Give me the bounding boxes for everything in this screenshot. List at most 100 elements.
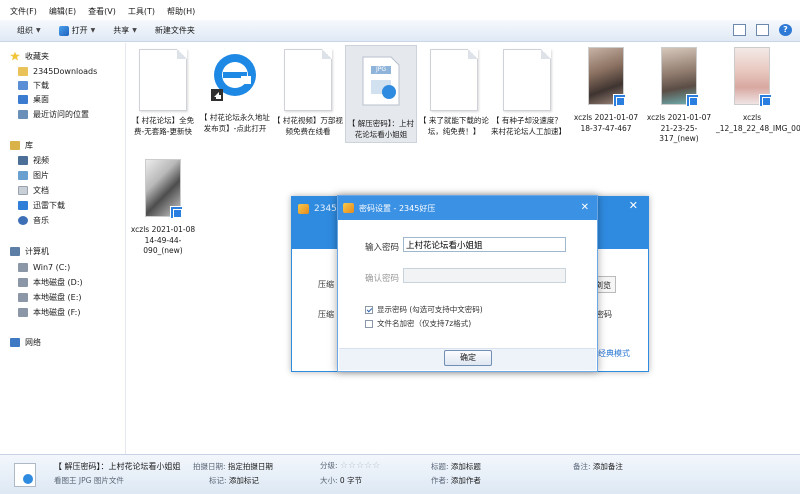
file-item[interactable]: xczls _12_18_22_48_IMG_0080_(new): [716, 47, 800, 134]
preview-pane-icon[interactable]: [756, 24, 769, 36]
internet-explorer-icon: [209, 49, 261, 101]
new-folder-button[interactable]: 新建文件夹: [146, 22, 204, 40]
nav-item-label: 本地磁盘 (D:): [33, 277, 83, 287]
remark-value: 添加备注: [592, 462, 623, 471]
nav-item-label: 图片: [33, 170, 49, 180]
document-icon: [139, 49, 187, 111]
file-name: xczls 2021-01-07 21-23-25-317_(new): [646, 113, 712, 143]
nav-favorites-label: 收藏夹: [25, 51, 49, 61]
file-name: xczls 2021-01-07 18-37-47-467: [573, 113, 639, 133]
author-value: 添加作者: [450, 476, 481, 485]
file-name: 【 村花论坛永久地址发布页】-点此打开: [200, 113, 270, 133]
file-item[interactable]: 【 村花论坛永久地址发布页】-点此打开: [199, 49, 271, 134]
app-logo-icon: [298, 204, 309, 214]
organize-label: 组织: [17, 26, 33, 35]
password-label: 输入密码: [365, 243, 400, 253]
nav-libraries-label: 库: [25, 140, 33, 150]
photo-thumbnail: [145, 159, 183, 219]
new-folder-label: 新建文件夹: [154, 26, 195, 35]
nav-drive-d[interactable]: 本地磁盘 (D:): [18, 275, 83, 289]
open-button[interactable]: 打开 ▼: [50, 22, 105, 40]
file-item[interactable]: xczls 2021-01-08 14-49-44-090_(new): [127, 159, 199, 257]
nav-item-recent[interactable]: 最近访问的位置: [18, 107, 89, 121]
nav-item-2345downloads[interactable]: 2345Downloads: [18, 64, 97, 78]
menu-view[interactable]: 查看(V): [82, 5, 122, 19]
rating-field[interactable]: 分级: ☆☆☆☆☆: [320, 460, 380, 471]
size-value: 0 字节: [339, 476, 363, 485]
remark-field[interactable]: 备注: 添加备注: [573, 461, 623, 472]
document-icon: [284, 49, 332, 111]
nav-favorites[interactable]: 收藏夹: [10, 49, 49, 63]
nav-item-documents[interactable]: 文档: [18, 183, 49, 197]
file-name: 【 来了就能下载的论坛，纯免费！】: [419, 116, 489, 136]
photo-thumbnail: [661, 47, 699, 107]
nav-drive-c[interactable]: Win7 (C:): [18, 260, 70, 274]
ok-button[interactable]: 确定: [444, 350, 492, 366]
image-viewer-badge-icon: [759, 94, 772, 107]
nav-item-label: 视频: [33, 155, 49, 165]
nav-item-pictures[interactable]: 图片: [18, 168, 49, 182]
menu-edit[interactable]: 编辑(E): [43, 5, 82, 19]
file-item[interactable]: 【 来了就能下载的论坛，纯免费！】: [418, 49, 490, 137]
nav-computer[interactable]: 计算机: [10, 244, 49, 258]
close-icon[interactable]: ✕: [629, 199, 638, 212]
chevron-down-icon: ▼: [132, 27, 137, 34]
size-label: 大小:: [320, 476, 338, 485]
help-icon[interactable]: ?: [779, 24, 792, 36]
show-password-checkbox[interactable]: 显示密码 (勾选可支持中文密码): [365, 304, 483, 315]
nav-item-label: 下载: [33, 80, 49, 90]
jpg-file-icon: [14, 463, 36, 487]
file-item[interactable]: 【 村花视频】万部视频免费在线看: [272, 49, 344, 137]
title-value: 添加标题: [450, 462, 481, 471]
documents-icon: [18, 185, 28, 195]
drive-icon: [18, 277, 28, 287]
navigation-pane: 收藏夹 2345Downloads 下载 桌面 最近访问的位置 库 视频 图片 …: [0, 43, 126, 454]
organize-button[interactable]: 组织 ▼: [8, 22, 50, 40]
date-taken-field[interactable]: 拍摄日期: 指定拍摄日期: [193, 461, 273, 472]
file-item[interactable]: xczls 2021-01-07 21-23-25-317_(new): [643, 47, 715, 145]
file-name: xczls _12_18_22_48_IMG_0080_(new): [716, 113, 800, 133]
nav-item-desktop[interactable]: 桌面: [18, 92, 49, 106]
encrypt-filenames-checkbox[interactable]: 文件名加密（仅支持7z格式): [365, 318, 471, 329]
confirm-password-input[interactable]: [403, 268, 566, 283]
nav-drive-f[interactable]: 本地磁盘 (F:): [18, 305, 80, 319]
drive-icon: [18, 292, 28, 302]
file-item[interactable]: 【 村花论坛】全免费-无套路-更新快: [127, 49, 199, 137]
nav-item-thunder-downloads[interactable]: 迅雷下载: [18, 198, 65, 212]
password-dialog-titlebar: 密码设置 - 2345好压 ✕: [338, 196, 597, 220]
nav-drive-e[interactable]: 本地磁盘 (E:): [18, 290, 82, 304]
jpg-badge-text: JPG: [375, 66, 387, 73]
tags-field[interactable]: 标记: 添加标记: [209, 475, 259, 486]
file-item[interactable]: 【 有种子却没速度？来村花论坛人工加速】: [491, 49, 566, 137]
nav-item-music[interactable]: 音乐: [18, 213, 49, 227]
share-label: 共享: [113, 26, 130, 35]
rating-stars[interactable]: ☆☆☆☆☆: [340, 461, 380, 471]
nav-item-label: Win7 (C:): [33, 262, 71, 272]
nav-item-downloads[interactable]: 下载: [18, 78, 49, 92]
title-field[interactable]: 标题: 添加标题: [431, 461, 481, 472]
password-dialog-title: 密码设置 - 2345好压: [359, 203, 436, 213]
open-icon: [58, 25, 69, 36]
photo-thumbnail: [734, 47, 772, 107]
author-field[interactable]: 作者: 添加作者: [431, 475, 481, 486]
file-name: 【 村花论坛】全免费-无套路-更新快: [131, 116, 195, 136]
change-view-icon[interactable]: [733, 24, 746, 36]
menu-file[interactable]: 文件(F): [4, 5, 43, 19]
remark-label: 备注:: [573, 462, 591, 471]
file-item-selected[interactable]: JPG 【 解压密码】：上村花论坛看小姐姐: [345, 45, 417, 143]
nav-item-label: 音乐: [33, 215, 49, 225]
nav-network[interactable]: 网络: [10, 335, 41, 349]
checkbox-unchecked-icon: [365, 319, 373, 328]
menu-tools[interactable]: 工具(T): [122, 5, 161, 19]
menu-help[interactable]: 帮助(H): [161, 5, 201, 19]
close-icon[interactable]: ✕: [581, 202, 589, 213]
classic-mode-link[interactable]: 经典模式: [598, 348, 630, 359]
share-button[interactable]: 共享 ▼: [104, 22, 146, 40]
nav-item-videos[interactable]: 视频: [18, 153, 49, 167]
document-icon: [430, 49, 478, 111]
nav-libraries[interactable]: 库: [10, 138, 33, 152]
password-input[interactable]: [403, 237, 566, 252]
password-dialog-body: 输入密码 确认密码 显示密码 (勾选可支持中文密码) 文件名加密（仅支持7z格式…: [339, 220, 596, 348]
nav-item-label: 2345Downloads: [33, 66, 98, 76]
file-item[interactable]: xczls 2021-01-07 18-37-47-467: [570, 47, 642, 134]
